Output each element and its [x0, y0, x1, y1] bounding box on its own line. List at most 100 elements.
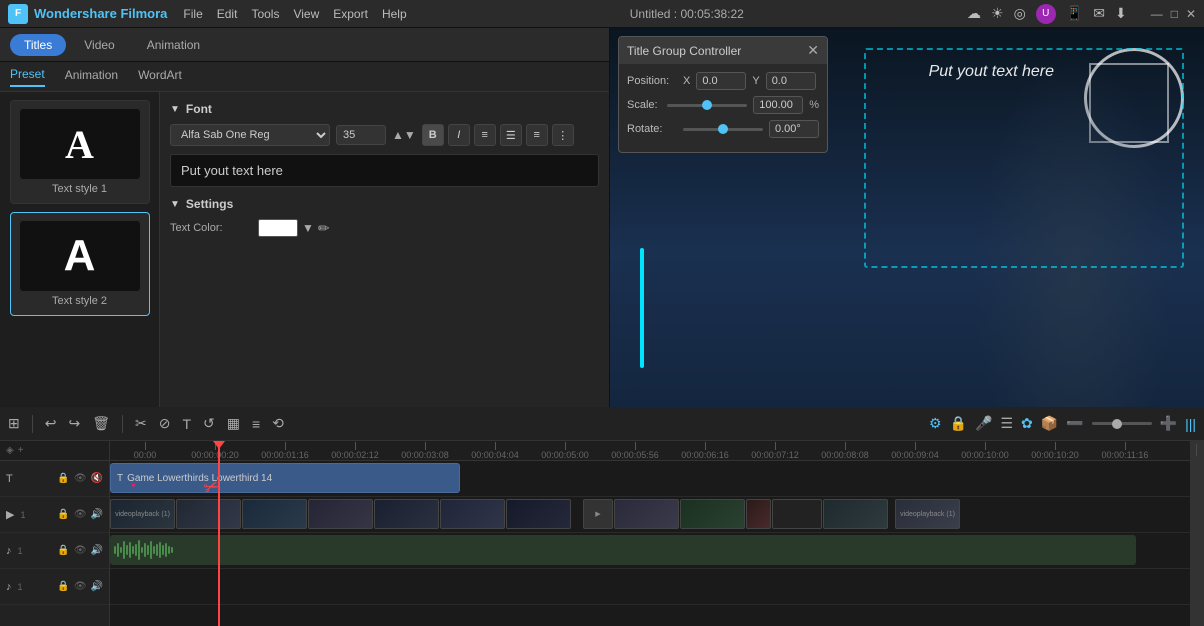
text-preview-area[interactable]: Put yout text here [170, 154, 599, 187]
track-extra-controls: 🔒 👁 🔊 [57, 581, 103, 592]
tgc-rotate-input[interactable] [769, 120, 819, 138]
track-title-volume[interactable]: 🔇 [91, 473, 103, 484]
text-color-label: Text Color: [170, 222, 250, 234]
color-dropdown-arrow[interactable]: ▼ [302, 221, 314, 235]
mail-icon[interactable]: ✉ [1093, 5, 1105, 22]
tl-delete-icon[interactable]: 🗑 [92, 415, 110, 432]
tl-zoom-slider[interactable] [1092, 422, 1152, 425]
bold-button[interactable]: B [422, 124, 444, 146]
align-left-button[interactable]: ≡ [474, 124, 496, 146]
minimize-button[interactable]: — [1151, 7, 1163, 21]
track-extra-volume[interactable]: 🔊 [91, 581, 103, 592]
app-logo-icon: F [8, 4, 28, 24]
tl-redo-icon[interactable]: ↪ [68, 415, 80, 432]
ruler-spacer-add[interactable]: + [18, 445, 24, 456]
tl-undo-icon[interactable]: ↩ [45, 415, 57, 432]
tl-lock-icon[interactable]: 🔒 [950, 415, 967, 432]
tl-zoom-in-icon[interactable]: ➕ [1160, 415, 1177, 432]
style-item-2[interactable]: A Text style 2 [10, 212, 150, 316]
font-section-arrow: ▼ [170, 104, 180, 115]
track-audio-icon: ♪ [6, 545, 12, 557]
font-size-stepper[interactable]: ▲▼ [392, 128, 416, 142]
track-video-volume[interactable]: 🔊 [91, 509, 103, 520]
tl-speed-icon[interactable]: ⟲ [272, 415, 284, 432]
menu-help[interactable]: Help [382, 7, 407, 21]
track-audio-lock[interactable]: 🔒 [57, 545, 69, 556]
clip-title[interactable]: T Game Lowerthirds Lowerthird 14 ♥ [110, 463, 460, 493]
device-icon[interactable]: 📱 [1066, 5, 1083, 22]
video-thumb-6 [440, 499, 505, 529]
main-tabs: Titles Video Animation [0, 28, 609, 62]
italic-button[interactable]: I [448, 124, 470, 146]
track-video-lock[interactable]: 🔒 [57, 509, 69, 520]
tgc-title: Title Group Controller [627, 44, 741, 58]
tl-expand-icon[interactable]: ||| [1185, 416, 1196, 432]
menu-export[interactable]: Export [333, 7, 368, 21]
track-audio-volume[interactable]: 🔊 [91, 545, 103, 556]
tl-magnet-icon[interactable]: ✿ [1021, 415, 1033, 432]
sub-tab-animation[interactable]: Animation [65, 68, 118, 86]
track-extra-icon: ♪ [6, 581, 12, 593]
tl-color-icon[interactable]: ▦ [227, 415, 240, 432]
tl-layout-icon[interactable]: ☰ [1000, 415, 1013, 432]
sun-icon[interactable]: ☀ [991, 5, 1004, 22]
tgc-panel: Title Group Controller ✕ Position: X Y S… [618, 36, 828, 153]
sub-tab-preset[interactable]: Preset [10, 67, 45, 87]
color-row: ▼ ✏ [258, 219, 330, 237]
font-size-input[interactable] [336, 125, 386, 145]
tl-zoom-out-icon[interactable]: ➖ [1066, 415, 1083, 432]
font-section-header[interactable]: ▼ Font [170, 102, 599, 116]
close-button[interactable]: ✕ [1186, 7, 1196, 21]
rt-scroll[interactable]: │ [1194, 445, 1200, 456]
menu-tools[interactable]: Tools [251, 7, 279, 21]
tl-cut-icon[interactable]: ✂ [135, 415, 147, 432]
tgc-scale-slider[interactable] [667, 104, 747, 107]
audio-track-content [110, 535, 1136, 565]
align-justify-button[interactable]: ⋮ [552, 124, 574, 146]
align-right-button[interactable]: ≡ [526, 124, 548, 146]
text-color-swatch[interactable] [258, 219, 298, 237]
tl-settings-icon[interactable]: ⚙ [929, 415, 942, 432]
video-thumb-13 [823, 499, 888, 529]
tgc-x-input[interactable] [696, 72, 746, 90]
tgc-rotate-slider[interactable] [683, 128, 763, 131]
sub-tab-wordart[interactable]: WordArt [138, 68, 182, 86]
tab-animation[interactable]: Animation [133, 34, 214, 56]
menu-edit[interactable]: Edit [217, 7, 238, 21]
tab-video[interactable]: Video [70, 34, 128, 56]
headset-icon[interactable]: ◎ [1014, 5, 1026, 22]
video-thumb-3 [242, 499, 307, 529]
tl-crop-icon[interactable]: ⊘ [159, 415, 171, 432]
ruler-tick-11: 00:00:09:04 [880, 442, 950, 460]
menu-view[interactable]: View [293, 7, 319, 21]
download-icon[interactable]: ⬇ [1115, 5, 1127, 22]
maximize-button[interactable]: □ [1171, 7, 1178, 21]
tgc-y-input[interactable] [766, 72, 816, 90]
tl-mic-icon[interactable]: 🎤 [975, 415, 992, 432]
tgc-scale-input[interactable] [753, 96, 803, 114]
font-family-select[interactable]: Alfa Sab One Reg [170, 124, 330, 146]
tgc-close-button[interactable]: ✕ [807, 42, 819, 59]
align-center-button[interactable]: ☰ [500, 124, 522, 146]
style-item-1[interactable]: A Text style 1 [10, 100, 150, 204]
timeline-content: 00:00 00:00:00:20 00:00:01:16 00:00:02:1… [110, 441, 1190, 626]
tgc-header: Title Group Controller ✕ [619, 37, 827, 64]
track-title-lock[interactable]: 🔒 [57, 473, 69, 484]
settings-section-header[interactable]: ▼ Settings [170, 197, 599, 211]
tl-split-icon[interactable]: 📦 [1041, 415, 1058, 432]
track-extra-lock[interactable]: 🔒 [57, 581, 69, 592]
tl-grid-icon[interactable]: ⊞ [8, 415, 20, 432]
eyedropper-button[interactable]: ✏ [318, 220, 330, 237]
tl-rotate-icon[interactable]: ↺ [203, 415, 215, 432]
user-icon[interactable]: U [1036, 4, 1056, 24]
track-audio-eye[interactable]: 👁 [74, 545, 87, 556]
clip-title-icon: T [117, 473, 123, 484]
cloud-icon[interactable]: ☁ [967, 5, 981, 22]
tl-text-icon[interactable]: T [182, 416, 191, 432]
tab-titles[interactable]: Titles [10, 34, 66, 56]
track-extra-eye[interactable]: 👁 [74, 581, 87, 592]
track-title-eye[interactable]: 👁 [74, 473, 87, 484]
track-video-eye[interactable]: 👁 [74, 509, 87, 520]
menu-file[interactable]: File [183, 7, 202, 21]
tl-audio-icon[interactable]: ≡ [252, 416, 260, 432]
